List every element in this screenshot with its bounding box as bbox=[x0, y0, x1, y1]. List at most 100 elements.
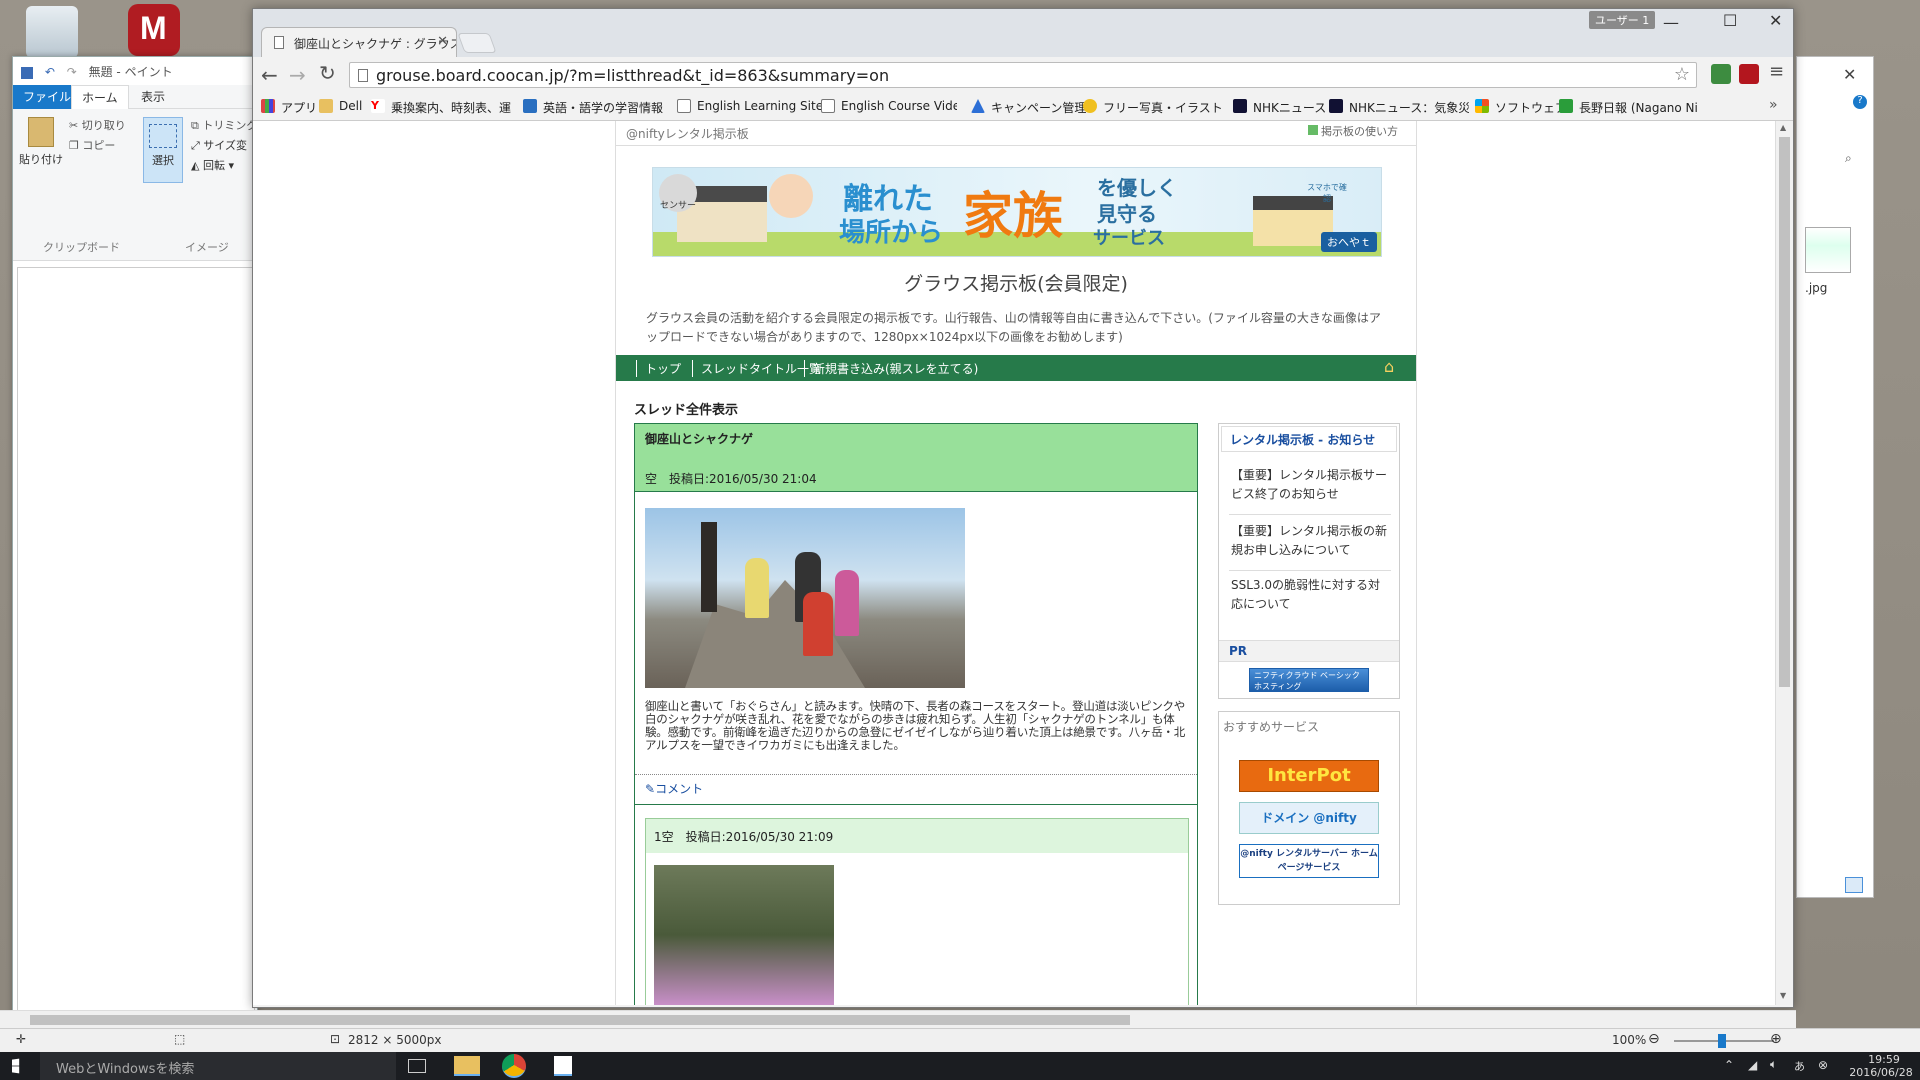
divider bbox=[1229, 514, 1391, 515]
taskbar-search[interactable]: WebとWindowsを検索 bbox=[40, 1052, 396, 1080]
homepage-service-banner[interactable]: @nifty レンタルサーバー ホームページサービス bbox=[1239, 844, 1379, 878]
notice-item-1[interactable]: 【重要】レンタル掲示板サービス終了のお知らせ bbox=[1231, 466, 1391, 504]
paint-taskbar-icon[interactable] bbox=[554, 1056, 572, 1076]
minimize-button[interactable]: — bbox=[1663, 13, 1679, 32]
notice-item-2[interactable]: 【重要】レンタル掲示板の新規お申し込みについて bbox=[1231, 522, 1391, 560]
search-icon[interactable]: ⌕ bbox=[1845, 151, 1852, 166]
save-icon[interactable] bbox=[21, 66, 33, 79]
zoom-out-button[interactable]: ⊖ bbox=[1648, 1031, 1660, 1047]
task-view-icon[interactable] bbox=[408, 1059, 426, 1073]
ad-banner[interactable]: センサー 離れた 場所から 家族 を優しく 見守る サービス スマホで確認 おへ… bbox=[652, 167, 1382, 257]
vertical-scrollbar[interactable]: ▲ ▼ bbox=[1775, 121, 1793, 1005]
network-icon[interactable]: ◢ bbox=[1748, 1058, 1757, 1072]
bookmark-nhk[interactable]: NHKニュース bbox=[1233, 99, 1326, 116]
ime-icon[interactable]: あ bbox=[1794, 1058, 1805, 1074]
help-icon[interactable]: ? bbox=[1853, 95, 1867, 109]
paint-canvas[interactable] bbox=[17, 267, 255, 1053]
volume-icon[interactable]: 🔈︎ bbox=[1770, 1057, 1777, 1072]
mcafee-icon[interactable]: M bbox=[128, 4, 180, 56]
extension-icon[interactable] bbox=[1711, 64, 1731, 84]
file-explorer-icon[interactable] bbox=[454, 1056, 480, 1076]
bookmark-nagano-nippo[interactable]: 長野日報 (Nagano Ni bbox=[1559, 99, 1699, 116]
scroll-up-icon[interactable]: ▲ bbox=[1780, 123, 1786, 132]
close-window-button[interactable]: ✕ bbox=[1769, 11, 1782, 30]
user-badge[interactable]: ユーザー 1 bbox=[1589, 11, 1656, 29]
nav-new-post[interactable]: 新規書き込み(親スレを立てる) bbox=[804, 360, 978, 377]
bookmark-software[interactable]: ソフトウェア bbox=[1475, 99, 1567, 116]
bookmark-dell[interactable]: Dell bbox=[319, 99, 362, 113]
tray-chevron-icon[interactable]: ⌃ bbox=[1724, 1058, 1734, 1072]
clock-time[interactable]: 19:59 bbox=[1858, 1053, 1910, 1066]
pr-banner[interactable]: ニフティクラウド ベーシックホスティング bbox=[1249, 668, 1369, 692]
copy-button[interactable]: ❐ コピー bbox=[69, 137, 115, 153]
taskbar: WebとWindowsを検索 ⌃ ◢ 🔈︎ あ ⊗ 19:59 2016/06/… bbox=[0, 1052, 1920, 1080]
view-icon[interactable] bbox=[1845, 877, 1863, 893]
paste-icon bbox=[28, 117, 54, 147]
comment-link[interactable]: ✎コメント bbox=[645, 780, 703, 797]
tab-view[interactable]: 表示 bbox=[131, 85, 175, 109]
rotate-button[interactable]: ◭ 回転 ▾ bbox=[191, 157, 234, 173]
thread-photo[interactable] bbox=[645, 508, 965, 688]
bookmark-english-sites[interactable]: English Learning Sites bbox=[677, 99, 829, 113]
reply-photo[interactable] bbox=[654, 865, 834, 1005]
zoom-slider-thumb[interactable] bbox=[1718, 1034, 1726, 1048]
scissors-icon: ✂ bbox=[69, 119, 82, 132]
notification-icon[interactable]: ⊗ bbox=[1818, 1058, 1828, 1072]
bookmark-apps[interactable]: アプリ bbox=[261, 99, 317, 116]
close-icon[interactable]: ✕ bbox=[1843, 65, 1856, 84]
chrome-icon[interactable] bbox=[502, 1054, 526, 1078]
windows-icon bbox=[1475, 99, 1489, 113]
scroll-down-icon[interactable]: ▼ bbox=[1780, 991, 1786, 1000]
acrobat-icon[interactable] bbox=[1739, 64, 1759, 84]
bookmark-english-info[interactable]: 英語・語学の学習情報 bbox=[523, 99, 663, 116]
tab-home[interactable]: ホーム bbox=[71, 85, 129, 109]
nav-thread-list[interactable]: スレッドタイトル一覧 bbox=[692, 360, 821, 377]
bookmark-campaign[interactable]: キャンペーン管理 bbox=[971, 99, 1086, 116]
brand-label[interactable]: @niftyレンタル掲示板 bbox=[626, 125, 749, 142]
domain-banner[interactable]: ドメイン @nifty bbox=[1239, 802, 1379, 834]
select-button[interactable]: 選択 bbox=[143, 117, 183, 183]
zoom-in-button[interactable]: ⊕ bbox=[1770, 1031, 1782, 1047]
reload-button[interactable]: ↻ bbox=[319, 61, 336, 85]
scroll-thumb[interactable] bbox=[1779, 137, 1790, 687]
resize-button[interactable]: ⤢ サイズ変 bbox=[191, 137, 247, 153]
trim-button[interactable]: ⧉ トリミング bbox=[191, 117, 257, 133]
menu-icon[interactable]: ≡ bbox=[1769, 61, 1784, 82]
maximize-button[interactable]: ☐ bbox=[1723, 11, 1737, 30]
bookmark-transit[interactable]: Y 乗換案内、時刻表、運 bbox=[371, 99, 511, 116]
zoom-slider[interactable] bbox=[1674, 1034, 1774, 1048]
browser-tab[interactable]: 御座山とシャクナゲ : グラウス ✕ bbox=[261, 27, 457, 57]
nav-top[interactable]: トップ bbox=[636, 360, 681, 377]
clipboard-group-label: クリップボード bbox=[43, 241, 120, 254]
file-label[interactable]: .jpg bbox=[1805, 281, 1827, 295]
bookmark-nhk-weather[interactable]: NHKニュース：気象災害 bbox=[1329, 99, 1469, 116]
clock-date[interactable]: 2016/06/28 bbox=[1846, 1066, 1916, 1079]
paste-button[interactable]: 貼り付け bbox=[19, 117, 63, 177]
cut-button[interactable]: ✂ 切り取り bbox=[69, 117, 126, 133]
redo-icon[interactable]: ↷ bbox=[67, 65, 77, 79]
bookmark-free-photos[interactable]: フリー写真・イラスト素材 bbox=[1083, 99, 1223, 116]
file-thumbnail[interactable] bbox=[1805, 227, 1851, 273]
start-button[interactable] bbox=[12, 1058, 20, 1074]
cursor-position-icon: ✛ bbox=[16, 1032, 27, 1046]
hscroll-thumb[interactable] bbox=[30, 1015, 1130, 1025]
bookmark-star-icon[interactable]: ☆ bbox=[1674, 64, 1690, 85]
undo-icon[interactable]: ↶ bbox=[45, 65, 55, 79]
notice-item-3[interactable]: SSL3.0の脆弱性に対する対応について bbox=[1231, 576, 1391, 614]
more-bookmarks-icon[interactable]: » bbox=[1769, 97, 1778, 113]
new-tab-button[interactable] bbox=[457, 33, 497, 53]
bookmark-english-video[interactable]: English Course Video bbox=[821, 99, 957, 113]
back-button[interactable]: ← bbox=[261, 63, 278, 87]
tab-close-icon[interactable]: ✕ bbox=[437, 34, 448, 49]
home-icon[interactable]: ⌂ bbox=[1384, 357, 1394, 376]
hiker-4 bbox=[835, 570, 859, 636]
interpot-banner[interactable]: InterPot bbox=[1239, 760, 1379, 792]
address-bar[interactable]: grouse.board.coocan.jp/?m=listthread&t_i… bbox=[349, 62, 1697, 88]
howto-link[interactable]: 掲示板の使い方 bbox=[1308, 123, 1398, 139]
selection-icon: ⬚ bbox=[174, 1032, 186, 1046]
forward-button[interactable]: → bbox=[289, 63, 306, 87]
board-page: @niftyレンタル掲示板 掲示板の使い方 センサー 離れた 場所から 家族 を… bbox=[615, 121, 1417, 1005]
recycle-bin-icon[interactable] bbox=[26, 6, 78, 58]
horizontal-scrollbar[interactable] bbox=[0, 1010, 1796, 1028]
tab-strip: 御座山とシャクナゲ : グラウス ✕ ユーザー 1 — ☐ ✕ bbox=[253, 9, 1793, 57]
